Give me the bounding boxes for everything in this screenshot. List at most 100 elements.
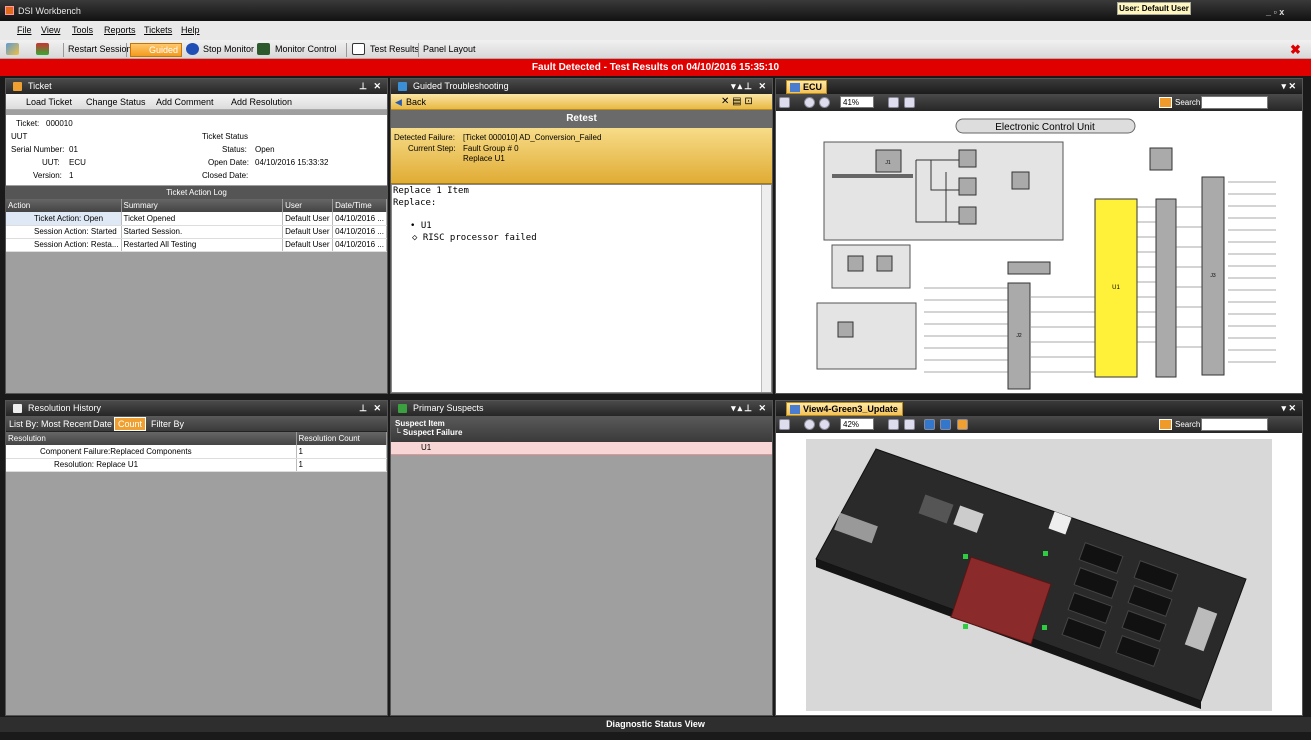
window-controls[interactable]: _ ▫ x [1266, 7, 1284, 17]
vertical-scrollbar[interactable] [761, 185, 771, 392]
view4-tab[interactable]: View4-Green3_Update [786, 402, 903, 416]
menu-reports[interactable]: Reports [104, 25, 136, 35]
search-input[interactable] [1201, 96, 1268, 109]
guided-button[interactable]: Guided [130, 43, 183, 57]
workbench-icon[interactable] [6, 43, 19, 55]
zoom-out-icon[interactable] [804, 419, 815, 430]
layout-icon[interactable] [904, 419, 915, 430]
layout-icon[interactable] [904, 97, 915, 108]
filter-by-dropdown[interactable]: Filter By [151, 419, 184, 429]
ticket-actionbar: Load Ticket Change Status Add Comment Ad… [6, 94, 387, 110]
view-mode-icon[interactable] [779, 97, 790, 108]
count-option[interactable]: Count [114, 417, 147, 431]
step-value-2: Replace U1 [463, 154, 505, 163]
title-bar: DSI Workbench User: Default User _ ▫ x [0, 0, 1311, 21]
rotate-left-icon[interactable] [924, 419, 935, 430]
suspect-row[interactable]: U1 [391, 442, 772, 455]
rotate-right-icon[interactable] [940, 419, 951, 430]
panel-pin-close-icon[interactable]: ⊥ ✕ [359, 79, 383, 94]
back-arrow-icon[interactable]: ◀ [395, 97, 402, 108]
subsystem-box-3 [816, 302, 917, 370]
add-resolution-button[interactable]: Add Resolution [231, 97, 292, 107]
pcb-3d-view[interactable] [806, 439, 1272, 711]
fit-icon[interactable] [888, 419, 899, 430]
add-comment-button[interactable]: Add Comment [156, 97, 214, 107]
search-label: Search [1175, 420, 1201, 429]
resolution-table: Resolution Resolution Count Component Fai… [6, 432, 387, 472]
j1-label: J1 [885, 160, 891, 166]
view4-viewtool: 42% Search [776, 416, 1302, 433]
ecu-tab[interactable]: ECU [786, 80, 828, 94]
menu-file[interactable]: File [17, 25, 32, 35]
col-summary[interactable]: Summary [121, 199, 284, 212]
content-item: • U1 [410, 221, 432, 231]
main-toolbar: Restart Session Guided Stop Monitor Moni… [0, 40, 1311, 59]
zoom-field[interactable]: 41% [840, 96, 874, 108]
col-resolution-count[interactable]: Resolution Count [296, 432, 387, 445]
search-input[interactable] [1201, 418, 1268, 431]
table-row[interactable]: Resolution: Replace U1 1 [6, 458, 387, 472]
panel-close-icon[interactable]: ▾ ✕ [1281, 403, 1296, 414]
uut-value: ECU [69, 158, 86, 167]
status-heading: Ticket Status [202, 132, 248, 141]
ticket-panel-title: Ticket [28, 81, 52, 91]
detected-value: [Ticket 000010] AD_Conversion_Failed [463, 133, 602, 142]
col-datetime[interactable]: Date/Time [332, 199, 387, 212]
resolution-panel-title: Resolution History [28, 403, 102, 413]
subsystem-box-1 [823, 141, 1064, 241]
view-mode-icon[interactable] [779, 419, 790, 430]
ecu-tabbar: ECU ▾ ✕ [776, 79, 1302, 94]
panel-controls-icon[interactable]: ▾▴⊥ ✕ [731, 401, 768, 416]
table-row[interactable]: Ticket Action: Open Ticket Opened Default … [6, 212, 387, 226]
monitor-control-button[interactable]: Monitor Control [273, 43, 337, 57]
ecu-schematic[interactable]: Electronic Control Unit J1 J2 U1 J3 [776, 112, 1302, 393]
menu-view[interactable]: View [41, 25, 60, 35]
content-detail: ◇ RISC processor failed [412, 233, 537, 243]
load-ticket-button[interactable]: Load Ticket [26, 97, 72, 107]
session-icon[interactable] [36, 43, 49, 55]
col-action[interactable]: Action [6, 199, 122, 212]
panel-pin-close-icon[interactable]: ⊥ ✕ [359, 401, 383, 416]
zoom-in-icon[interactable] [819, 97, 830, 108]
camera-icon[interactable] [957, 419, 968, 430]
cell: Session Action: Started [6, 225, 122, 239]
ecu-panel: ECU ▾ ✕ 41% Search Electronic Control Un… [775, 78, 1303, 394]
zoom-field[interactable]: 42% [840, 418, 874, 430]
test-results-button[interactable]: Test Results [368, 43, 419, 57]
ticket-label: Ticket: [16, 119, 40, 128]
zoom-in-icon[interactable] [819, 419, 830, 430]
menu-help[interactable]: Help [181, 25, 200, 35]
back-button[interactable]: Back [406, 97, 426, 107]
date-option[interactable]: Date [93, 419, 112, 429]
most-recent-option[interactable]: Most Recent [41, 419, 92, 429]
tools-icon[interactable]: ✕ ▤ ⊡ [721, 96, 753, 107]
retest-header: Retest [391, 110, 772, 128]
table-row[interactable]: Component Failure:Replaced Components 1 [6, 445, 387, 459]
col-user[interactable]: User [282, 199, 334, 212]
change-status-button[interactable]: Change Status [86, 97, 146, 107]
close-icon[interactable]: ✖ [1290, 42, 1301, 58]
cell: 04/10/2016 ... [332, 212, 387, 226]
stop-monitor-button[interactable]: Stop Monitor [201, 43, 254, 57]
menu-tickets[interactable]: Tickets [144, 25, 172, 35]
col-resolution[interactable]: Resolution [6, 432, 297, 445]
search-button[interactable]: Search [1158, 418, 1200, 431]
table-row[interactable]: Session Action: Resta... Restarted All Te… [6, 238, 387, 252]
cell: 04/10/2016 ... [332, 238, 387, 252]
search-button[interactable]: Search [1158, 96, 1200, 109]
cell: 04/10/2016 ... [332, 225, 387, 239]
version-value: 1 [69, 171, 74, 180]
restart-session-button[interactable]: Restart Session [66, 43, 132, 57]
resolution-listbar: List By: Most Recent Date Count Filter B… [6, 416, 387, 432]
ticket-info: Ticket: 000010 UUT Serial Number: 01 UUT… [6, 115, 387, 185]
cell: Resolution: Replace U1 [6, 458, 297, 472]
panel-layout-button[interactable]: Panel Layout [421, 43, 476, 57]
panel-controls-icon[interactable]: ▾▴⊥ ✕ [731, 79, 768, 94]
panel-close-icon[interactable]: ▾ ✕ [1281, 81, 1296, 92]
view4-panel: View4-Green3_Update ▾ ✕ 42% Search [775, 400, 1303, 716]
zoom-out-icon[interactable] [804, 97, 815, 108]
table-row[interactable]: Session Action: Started Started Session. D… [6, 225, 387, 239]
ecu-viewtool: 41% Search [776, 94, 1302, 111]
fit-icon[interactable] [888, 97, 899, 108]
menu-tools[interactable]: Tools [72, 25, 93, 35]
